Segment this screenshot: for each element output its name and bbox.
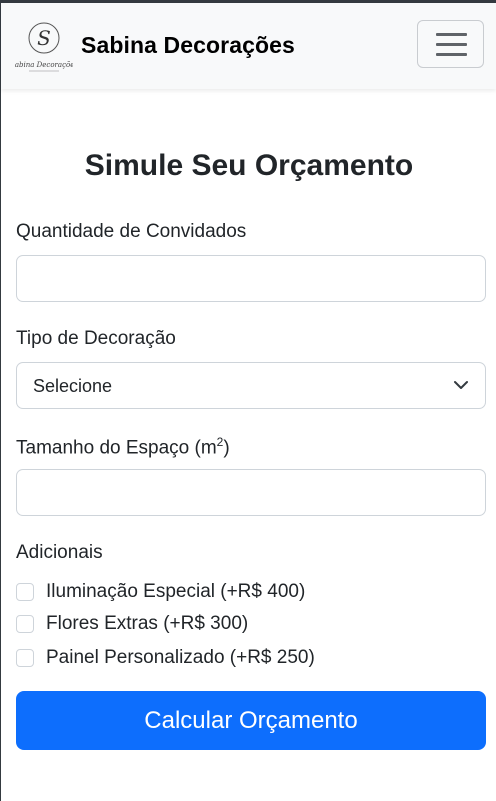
- space-size-label-end: ): [223, 437, 230, 459]
- space-size-input[interactable]: [16, 469, 486, 516]
- decoration-label: Tipo de Decoração: [16, 328, 176, 349]
- extra-panel-checkbox[interactable]: [16, 649, 34, 667]
- hamburger-menu-icon: [436, 33, 467, 36]
- decoration-select-value: Selecione: [33, 376, 113, 396]
- page-title: Simule Seu Orçamento: [84, 149, 414, 182]
- navbar: S Sabina Decorações Sabina Decorações: [1, 3, 496, 89]
- extra-lighting-label: Iluminação Especial (+R$ 400): [46, 581, 306, 602]
- guests-label: Quantidade de Convidados: [16, 221, 247, 242]
- extra-panel-label: Painel Personalizado (+R$ 250): [46, 647, 315, 668]
- calculate-button[interactable]: Calcular Orçamento: [16, 691, 486, 750]
- navbar-toggle-button[interactable]: [417, 20, 484, 68]
- brand-logo[interactable]: S Sabina Decorações: [15, 17, 73, 75]
- space-size-label: Tamanho do Espaço (m2): [16, 435, 230, 459]
- brand-name[interactable]: Sabina Decorações: [81, 32, 295, 59]
- extra-flowers-checkbox[interactable]: [16, 615, 34, 633]
- extra-flowers-label: Flores Extras (+R$ 300): [46, 613, 249, 634]
- chevron-down-icon: [454, 381, 468, 389]
- decoration-select[interactable]: Selecione: [16, 362, 486, 409]
- space-size-label-main: Tamanho do Espaço (m: [16, 437, 217, 459]
- extra-lighting-checkbox[interactable]: [16, 583, 34, 601]
- extras-label: Adicionais: [16, 542, 103, 563]
- guests-input[interactable]: [16, 255, 486, 302]
- logo-initial: S: [37, 26, 51, 50]
- logo-script: Sabina Decorações: [15, 61, 73, 69]
